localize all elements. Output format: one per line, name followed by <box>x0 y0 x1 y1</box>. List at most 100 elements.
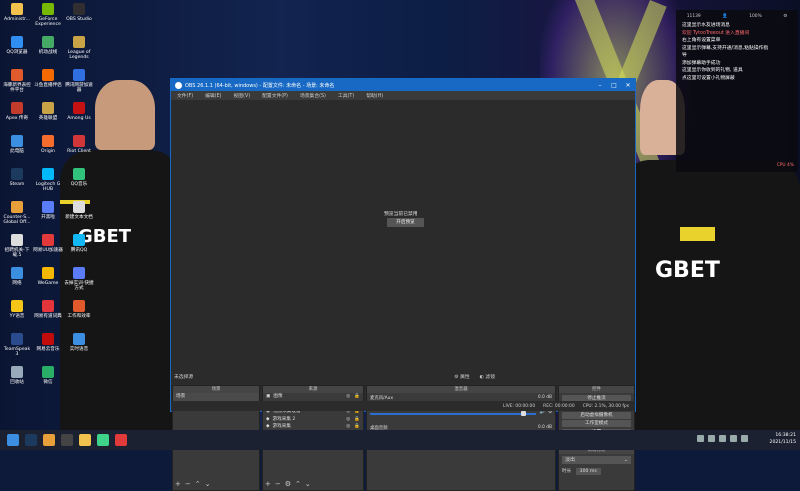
add-icon[interactable]: + <box>265 480 271 488</box>
desktop-icon[interactable]: 去掉实训-快捷方式 <box>64 267 94 291</box>
tray-icon[interactable] <box>719 435 726 442</box>
netease-taskbar-icon[interactable] <box>115 434 127 446</box>
menu-item[interactable]: 帮助(H) <box>360 92 389 99</box>
menu-item[interactable]: 编辑(E) <box>199 92 227 99</box>
desktop-icon[interactable]: YY语音 <box>2 300 32 319</box>
chat-topbar-item[interactable]: 11139 <box>687 14 701 19</box>
filters-button[interactable]: ◐ 滤镜 <box>480 373 495 380</box>
obs-taskbar-icon[interactable] <box>61 434 73 446</box>
desktop-icon-label: 海豚新界表控件平台 <box>3 83 31 93</box>
up-icon[interactable]: ⌃ <box>195 480 201 488</box>
transition-select[interactable]: 淡出 ⌄ <box>562 456 631 464</box>
desktop-icon[interactable]: 网易UU加速器 <box>33 234 63 253</box>
network-icon[interactable] <box>730 435 737 442</box>
volume-knob[interactable] <box>520 410 526 416</box>
menu-item[interactable]: 视图(V) <box>227 92 256 99</box>
desktop-icon[interactable]: 微信 <box>33 366 63 385</box>
danmaku-chat-overlay[interactable]: 11139 👤 100% ⚙ 这里显示水友进场消息 欢迎 TytooTreeout 进入… <box>676 10 798 172</box>
up-icon[interactable]: ⌃ <box>295 480 301 488</box>
add-icon[interactable]: + <box>175 480 181 488</box>
volume-slider[interactable] <box>370 410 536 416</box>
close-icon[interactable]: ✕ <box>621 82 635 89</box>
desktop-icon-label: 回收站 <box>10 380 24 385</box>
tray-icon[interactable] <box>708 435 715 442</box>
eye-icon[interactable]: ◎ <box>346 393 350 401</box>
obs-titlebar[interactable]: OBS 26.1.1 (64-bit, windows) - 配置文件: 未命名… <box>171 79 635 91</box>
clock[interactable]: 16:38:21 2021/11/15 <box>770 432 796 446</box>
desktop-icon[interactable]: Riot Client <box>64 135 94 154</box>
tray-icon[interactable] <box>697 435 704 442</box>
desktop-icon[interactable]: QQ音乐 <box>64 168 94 187</box>
maximize-icon[interactable]: □ <box>607 82 621 89</box>
desktop-icon[interactable]: 招聘机关-下载.5 <box>2 234 32 258</box>
windows-start-icon[interactable] <box>7 434 19 446</box>
enable-preview-button[interactable]: 开启预览 <box>387 218 424 227</box>
desktop-icon[interactable]: Steam <box>2 168 32 187</box>
gear-icon[interactable]: ⚙ <box>285 480 291 488</box>
lock-icon[interactable]: 🔒 <box>354 393 360 401</box>
desktop-icon[interactable]: Counter-S... Global Off... <box>2 201 32 225</box>
desktop-icon[interactable]: 工作和效率 <box>64 300 94 319</box>
desktop-icon[interactable]: 斗鱼直播伴侣 <box>33 69 63 88</box>
source-item[interactable]: ◆ 游戏采集 2 ◎ 🔒 <box>263 416 363 424</box>
desktop-icon[interactable]: 海豚新界表控件平台 <box>2 69 32 93</box>
desktop-icon[interactable]: 实时语音 <box>64 333 94 352</box>
desktop-icon[interactable]: 机动战线 <box>33 36 63 55</box>
desktop-icon[interactable]: OBS Studio <box>64 3 94 22</box>
desktop-icon[interactable]: 新建文本文档 <box>64 201 94 220</box>
cs-taskbar-icon[interactable] <box>43 434 55 446</box>
desktop-icon[interactable]: 腾讯QQ <box>64 234 94 253</box>
menu-item[interactable]: 场景集合(S) <box>294 92 332 99</box>
duration-input[interactable]: 300 ms <box>575 468 601 475</box>
desktop-icon[interactable]: 开黑啦 <box>33 201 63 220</box>
chat-topbar-item[interactable]: 👤 <box>722 14 727 19</box>
menu-item[interactable]: 配置文件(P) <box>256 92 294 99</box>
steam-taskbar-icon[interactable] <box>25 434 37 446</box>
menu-item[interactable]: 工具(T) <box>332 92 360 99</box>
control-button[interactable]: 启动虚拟摄像机 <box>562 411 631 419</box>
eye-icon[interactable]: ◎ <box>346 416 350 424</box>
desktop-icon[interactable]: Administr... <box>2 3 32 22</box>
chat-topbar-item[interactable]: ⚙ <box>783 14 787 19</box>
desktop-icon[interactable]: TeamSpeak 3 <box>2 333 32 357</box>
properties-button[interactable]: ⚙ 属性 <box>454 373 469 380</box>
remove-icon[interactable]: − <box>185 480 191 488</box>
obs-window[interactable]: OBS 26.1.1 (64-bit, windows) - 配置文件: 未命名… <box>170 78 636 491</box>
desktop-icon[interactable]: Apex 传奇 <box>2 102 32 121</box>
desktop-icon[interactable]: 英雄联盟 <box>33 102 63 121</box>
desktop-icon[interactable]: 网络 <box>2 267 32 286</box>
lock-icon[interactable]: 🔒 <box>354 416 360 424</box>
preview-area[interactable]: 预览当前已禁用 开启预览 <box>172 101 634 369</box>
source-item[interactable]: ▣ 图像 ◎ 🔒 <box>263 393 363 401</box>
desktop-icon[interactable]: Logitech G HUB <box>33 168 63 192</box>
desktop-icon[interactable]: 此电脑 <box>2 135 32 154</box>
remove-icon[interactable]: − <box>275 480 281 488</box>
desktop-icon-label: TeamSpeak 3 <box>3 347 31 357</box>
controls-header: 控件 <box>559 386 634 393</box>
chat-topbar-item[interactable]: 100% <box>749 14 762 19</box>
desktop-icon[interactable]: QQ浏览器 <box>2 36 32 55</box>
desktop-icon[interactable]: 腾讯网游加速器 <box>64 69 94 93</box>
live-timer: LIVE: 00:00:00 <box>503 403 536 409</box>
volume-icon[interactable] <box>741 435 748 442</box>
desktop-icon[interactable]: 网易云音乐 <box>33 333 63 352</box>
down-icon[interactable]: ⌄ <box>205 480 211 488</box>
scene-item[interactable]: 场景 <box>173 393 259 401</box>
folder-taskbar-icon[interactable] <box>79 434 91 446</box>
desktop-icon[interactable]: Among Us <box>64 102 94 121</box>
control-button[interactable]: 工作室模式 <box>562 420 631 427</box>
desktop-icon[interactable]: Origin <box>33 135 63 154</box>
desktop-icon[interactable]: GeForce Experience <box>33 3 63 27</box>
kaiheila-taskbar-icon[interactable] <box>97 434 109 446</box>
desktop-icon[interactable]: League of Legends <box>64 36 94 60</box>
desktop-icon[interactable]: 网易有道词典 <box>33 300 63 319</box>
gamepad-icon: ◆ <box>266 416 270 422</box>
menu-item[interactable]: 文件(F) <box>171 92 199 99</box>
desktop-icon[interactable]: 回收站 <box>2 366 32 385</box>
minimize-icon[interactable]: – <box>593 82 607 89</box>
sources-footer: + − ⚙ ⌃ ⌄ <box>265 480 311 488</box>
desktop-icon[interactable]: WeGame <box>33 267 63 286</box>
desktop-icon-label: OBS Studio <box>66 17 92 22</box>
down-icon[interactable]: ⌄ <box>305 480 311 488</box>
sources-header: 来源 <box>263 386 363 393</box>
